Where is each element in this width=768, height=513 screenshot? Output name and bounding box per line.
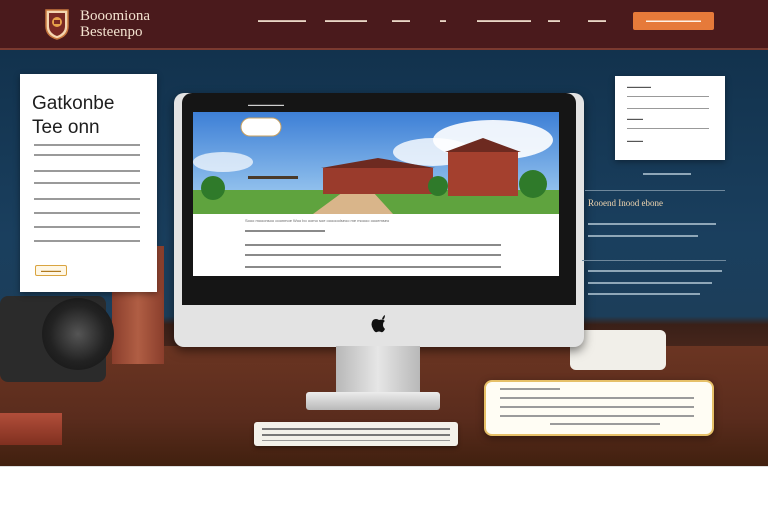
monitor-stand-base xyxy=(306,392,440,410)
info-card-label-2: ▬▬▬▬ xyxy=(627,116,643,121)
brand-name-line1: Booomiona xyxy=(80,8,150,24)
screen-text-line xyxy=(245,266,501,268)
intro-title-line2: Tee onn xyxy=(32,117,100,138)
monitor-stand xyxy=(336,346,420,394)
crest-logo-icon[interactable] xyxy=(44,6,70,40)
side-text-line xyxy=(588,293,700,295)
intro-card: Gatkonbe Tee onn ▬▬▬▬▬ xyxy=(20,74,157,292)
nav-link-6[interactable]: ▬▬ xyxy=(548,18,560,24)
nav-link-2[interactable]: ▬▬▬▬▬▬▬ xyxy=(325,18,367,24)
nav-link-1[interactable]: ▬▬▬▬▬▬▬▬ xyxy=(258,18,306,24)
screen-text-line xyxy=(245,254,501,256)
footer-area xyxy=(0,466,768,513)
nav-link-7[interactable]: ▬▬▬ xyxy=(588,18,606,24)
screen-text-line xyxy=(245,230,325,232)
side-text-line xyxy=(643,173,691,175)
nav-link-4[interactable]: ▬ xyxy=(440,18,446,24)
info-card-label-3: ▬▬▬▬ xyxy=(627,138,643,143)
screen-site-label: ▬▬▬▬▬▬▬▬▬ xyxy=(248,102,284,107)
side-divider xyxy=(585,190,725,191)
brand-logo-text[interactable]: Booomiona Besteenpo xyxy=(80,8,150,40)
intro-card-title: Gatkonbe Tee onn xyxy=(32,92,114,140)
header-bar: Booomiona Besteenpo ▬▬▬▬▬▬▬▬ ▬▬▬▬▬▬▬ ▬▬▬… xyxy=(0,0,768,50)
side-divider xyxy=(582,260,726,261)
campus-image xyxy=(193,112,559,214)
screen-text-line xyxy=(245,244,501,246)
apple-logo-icon xyxy=(371,315,385,333)
screen-caption: Sooo mooonsoo ooonmoe Woo bo oomo soe oo… xyxy=(245,218,390,223)
nav-link-5[interactable]: ▬▬▬▬▬▬▬▬▬ xyxy=(477,18,531,24)
camera-lens-icon xyxy=(42,298,114,370)
brand-name-line2: Besteenpo xyxy=(80,24,143,40)
monitor-screen: Sooo mooonsoo ooonmoe Woo bo oomo soe oo… xyxy=(193,112,559,276)
side-text-line xyxy=(588,270,722,272)
side-text-line xyxy=(588,223,716,225)
side-text-line xyxy=(588,282,712,284)
book-stack xyxy=(0,413,62,445)
intro-title-line1: Gatkonbe xyxy=(32,93,115,114)
nav-link-3[interactable]: ▬▬▬ xyxy=(392,18,410,24)
side-text-line xyxy=(588,235,698,237)
intro-card-button[interactable]: ▬▬▬▬▬ xyxy=(35,265,67,276)
keyboard xyxy=(254,422,458,446)
info-card: ▬▬▬▬▬▬ ▬▬▬▬ ▬▬▬▬ xyxy=(615,76,725,160)
info-card-label-1: ▬▬▬▬▬▬ xyxy=(627,84,651,89)
side-heading: Rooend Inood ebone xyxy=(588,198,663,208)
desk-device xyxy=(570,330,666,370)
header-cta-button[interactable]: ▬▬▬▬▬▬▬▬▬▬▬ xyxy=(633,12,714,30)
note-card xyxy=(484,380,714,436)
